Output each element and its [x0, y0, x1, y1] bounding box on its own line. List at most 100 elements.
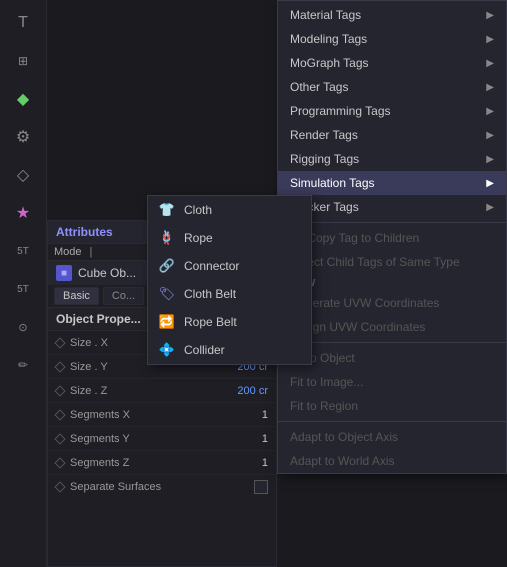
simulation-tags-label: Simulation Tags — [290, 176, 375, 190]
curve-tool-icon[interactable]: ◇ — [6, 158, 40, 192]
simulation-submenu: 👕 Cloth 🪢 Rope 🔗 Connector 🏷 Cloth Belt … — [147, 195, 312, 365]
menu-other-tags[interactable]: Other Tags ▶ — [278, 75, 506, 99]
seg-y-label: Segments Y — [70, 433, 228, 445]
tag-tool-icon[interactable]: 5T — [6, 234, 40, 268]
attributes-title: Attributes — [56, 225, 113, 239]
menu-mograph-tags[interactable]: MoGraph Tags ▶ — [278, 51, 506, 75]
tag-tool2-icon[interactable]: 5T — [6, 272, 40, 306]
cube-icon: ■ — [56, 265, 72, 281]
rope-icon: 🪢 — [158, 229, 176, 247]
menu-programming-tags[interactable]: Programming Tags ▶ — [278, 99, 506, 123]
material-tags-arrow: ▶ — [486, 10, 494, 21]
seg-y-value: 1 — [228, 433, 268, 445]
seg-z-value: 1 — [228, 457, 268, 469]
submenu-collider[interactable]: 💠 Collider — [148, 336, 311, 364]
tab-basic[interactable]: Basic — [54, 287, 99, 305]
render-tags-label: Render Tags — [290, 128, 358, 142]
connector-icon: 🔗 — [158, 257, 176, 275]
separator-3 — [278, 421, 506, 422]
left-toolbar: T ⊞ ◆ ⚙ ◇ ★ 5T 5T ⊙ ✏ — [0, 0, 47, 567]
object-name: Cube Ob... — [78, 266, 136, 280]
menu-render-tags[interactable]: Render Tags ▶ — [278, 123, 506, 147]
seg-z-diamond — [54, 457, 65, 468]
other-tags-arrow: ▶ — [486, 82, 494, 93]
connector-label: Connector — [184, 259, 239, 273]
size-z-value: 200 cr — [228, 385, 268, 397]
prop-separate: Separate Surfaces — [48, 475, 276, 499]
prop-seg-z: Segments Z 1 — [48, 451, 276, 475]
mograph-tags-arrow: ▶ — [486, 58, 494, 69]
cloth-label: Cloth — [184, 203, 212, 217]
prop-seg-x: Segments X 1 — [48, 403, 276, 427]
prop-size-z: Size . Z 200 cr — [48, 379, 276, 403]
menu-adapt-object-axis: Adapt to Object Axis — [278, 425, 506, 449]
fit-region-label: Fit to Region — [290, 399, 358, 413]
select-child-label: Select Child Tags of Same Type — [290, 255, 460, 269]
separate-checkbox[interactable] — [254, 480, 268, 494]
size-z-label: Size . Z — [70, 385, 228, 397]
tab-coord[interactable]: Co... — [103, 287, 144, 305]
modeling-tags-label: Modeling Tags — [290, 32, 367, 46]
submenu-cloth[interactable]: 👕 Cloth — [148, 196, 311, 224]
fit-image-label: Fit to Image... — [290, 375, 363, 389]
mode-label: Mode — [54, 246, 82, 258]
seg-y-diamond — [54, 433, 65, 444]
cloth-belt-icon: 🏷 — [158, 285, 176, 303]
submenu-cloth-belt[interactable]: 🏷 Cloth Belt — [148, 280, 311, 308]
mograph-tags-label: MoGraph Tags — [290, 56, 369, 70]
menu-generate-uvw: Generate UVW Coordinates — [278, 291, 506, 315]
seg-x-label: Segments X — [70, 409, 228, 421]
shape-tool-icon[interactable]: ◆ — [6, 82, 40, 116]
modeling-tags-arrow: ▶ — [486, 34, 494, 45]
size-y-diamond — [54, 361, 65, 372]
menu-fit-object: Fit to Object — [278, 346, 506, 370]
size-z-diamond — [54, 385, 65, 396]
collider-icon: 💠 — [158, 341, 176, 359]
edit-tool-icon[interactable]: ✏ — [6, 348, 40, 382]
rigging-tags-arrow: ▶ — [486, 154, 494, 165]
menu-tracker-tags[interactable]: Tracker Tags ▶ — [278, 195, 506, 219]
menu-assign-uvw: Assign UVW Coordinates — [278, 315, 506, 339]
menu-rigging-tags[interactable]: Rigging Tags ▶ — [278, 147, 506, 171]
text-tool-icon[interactable]: T — [6, 6, 40, 40]
simulation-tags-arrow: ▶ — [486, 178, 494, 189]
menu-fit-region: Fit to Region — [278, 394, 506, 418]
menu-select-child: Select Child Tags of Same Type — [278, 250, 506, 274]
render-tags-arrow: ▶ — [486, 130, 494, 141]
material-tags-label: Material Tags — [290, 8, 361, 22]
uvw-section-label: UVW — [278, 274, 506, 291]
menu-fit-image: Fit to Image... — [278, 370, 506, 394]
menu-modeling-tags[interactable]: Modeling Tags ▶ — [278, 27, 506, 51]
gear-tool-icon[interactable]: ⚙ — [6, 120, 40, 154]
size-x-diamond — [54, 337, 65, 348]
rope-belt-icon: 🔁 — [158, 313, 176, 331]
adapt-world-label: Adapt to World Axis — [290, 454, 395, 468]
separator-2 — [278, 342, 506, 343]
generate-uvw-label: Generate UVW Coordinates — [290, 296, 439, 310]
separator-1 — [278, 222, 506, 223]
tracker-tags-arrow: ▶ — [486, 202, 494, 213]
cloth-icon: 👕 — [158, 201, 176, 219]
rope-label: Rope — [184, 231, 213, 245]
adapt-object-label: Adapt to Object Axis — [290, 430, 398, 444]
collider-label: Collider — [184, 343, 225, 357]
star-tool-icon[interactable]: ★ — [6, 196, 40, 230]
menu-material-tags[interactable]: Material Tags ▶ — [278, 3, 506, 27]
submenu-rope[interactable]: 🪢 Rope — [148, 224, 311, 252]
seg-x-diamond — [54, 409, 65, 420]
programming-tags-label: Programming Tags — [290, 104, 391, 118]
seg-x-value: 1 — [228, 409, 268, 421]
separate-diamond — [54, 481, 65, 492]
other-tags-label: Other Tags — [290, 80, 348, 94]
prop-seg-y: Segments Y 1 — [48, 427, 276, 451]
menu-simulation-tags[interactable]: Simulation Tags ▶ — [278, 171, 506, 195]
light-tool-icon[interactable]: ⊙ — [6, 310, 40, 344]
separate-label: Separate Surfaces — [70, 481, 254, 493]
submenu-connector[interactable]: 🔗 Connector — [148, 252, 311, 280]
main-area: Attributes Mode | ■ Cube Ob... Basic Co.… — [47, 0, 507, 567]
cloth-belt-label: Cloth Belt — [184, 287, 236, 301]
submenu-rope-belt[interactable]: 🔁 Rope Belt — [148, 308, 311, 336]
node-tool-icon[interactable]: ⊞ — [6, 44, 40, 78]
rope-belt-label: Rope Belt — [184, 315, 237, 329]
menu-adapt-world-axis: Adapt to World Axis — [278, 449, 506, 473]
